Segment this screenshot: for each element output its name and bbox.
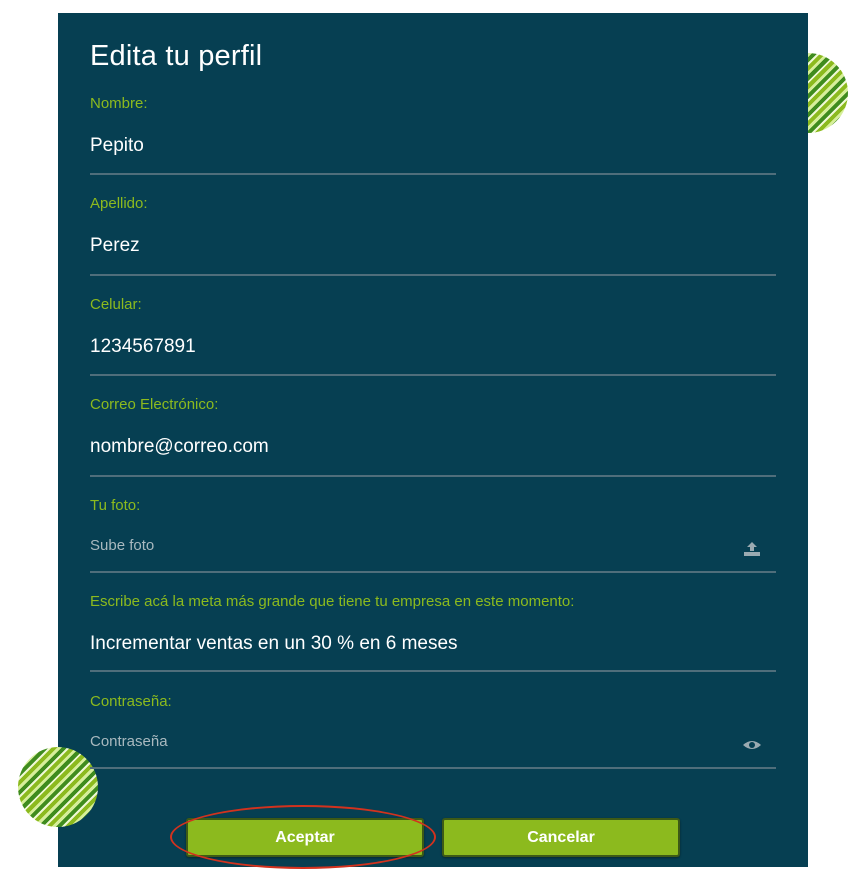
name-label: Nombre: [90, 95, 148, 112]
photo-upload-placeholder[interactable]: Sube foto [90, 537, 776, 555]
decorative-striped-circle-bottom-left [18, 747, 98, 827]
phone-field[interactable]: Celular: 1234567891 [90, 296, 776, 376]
phone-label: Celular: [90, 296, 142, 313]
page-title: Edita tu perfil [90, 40, 263, 72]
accept-button[interactable]: Aceptar [186, 818, 424, 857]
page: Edita tu perfil Nombre: Pepito Apellido:… [0, 0, 866, 880]
company-goal-field[interactable]: Escribe acá la meta más grande que tiene… [90, 593, 776, 672]
password-field[interactable]: Contraseña: Contraseña [90, 693, 776, 769]
cancel-button[interactable]: Cancelar [442, 818, 680, 857]
name-field[interactable]: Nombre: Pepito [90, 95, 776, 175]
password-placeholder[interactable]: Contraseña [90, 733, 776, 751]
surname-value[interactable]: Perez [90, 235, 776, 257]
company-goal-label: Escribe acá la meta más grande que tiene… [90, 593, 575, 610]
password-label: Contraseña: [90, 693, 172, 710]
upload-icon[interactable] [742, 541, 762, 557]
name-value[interactable]: Pepito [90, 135, 776, 157]
surname-label: Apellido: [90, 195, 148, 212]
photo-label: Tu foto: [90, 497, 141, 514]
photo-upload-field[interactable]: Tu foto: Sube foto [90, 497, 776, 573]
phone-value[interactable]: 1234567891 [90, 336, 776, 358]
email-value[interactable]: nombre@correo.com [90, 436, 776, 458]
email-label: Correo Electrónico: [90, 396, 219, 413]
surname-field[interactable]: Apellido: Perez [90, 195, 776, 276]
company-goal-value[interactable]: Incrementar ventas en un 30 % en 6 meses [90, 633, 776, 655]
eye-icon[interactable] [742, 737, 762, 753]
email-field[interactable]: Correo Electrónico: nombre@correo.com [90, 396, 776, 477]
